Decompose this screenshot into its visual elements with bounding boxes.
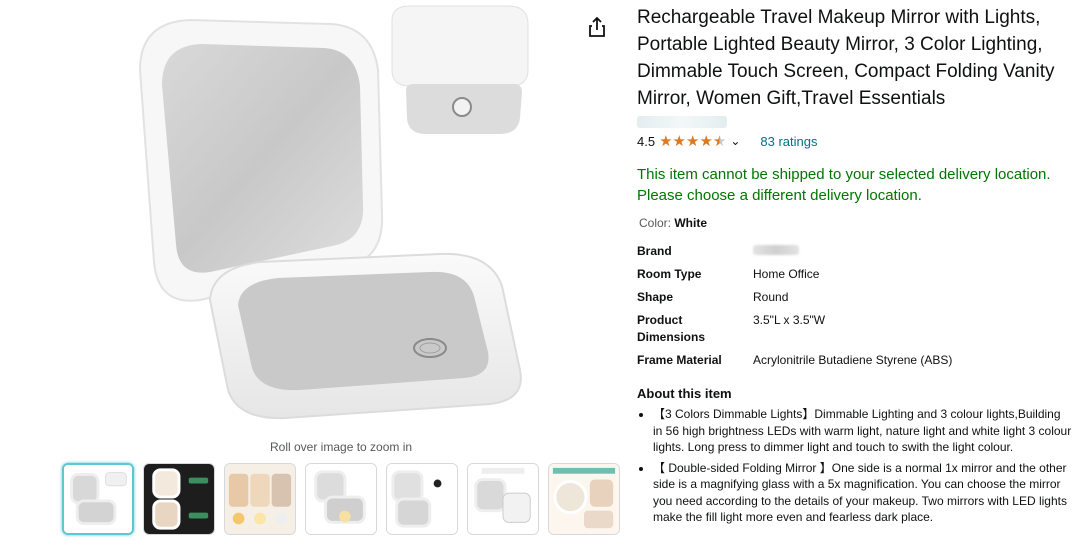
about-title: About this item [637, 386, 732, 401]
rating-row: 4.5 ★ ★ ★ ★ ★ ⌄ 83 ratings [637, 132, 1077, 150]
share-button[interactable] [584, 14, 610, 40]
product-title: Rechargeable Travel Makeup Mirror with L… [637, 7, 1055, 109]
half-star-icon: ★ [712, 132, 727, 150]
product-info: Rechargeable Travel Makeup Mirror with L… [637, 0, 1077, 530]
spec-key: Brand [637, 244, 672, 258]
spec-value: Acrylonitrile Butadiene Styrene (ABS) [753, 353, 953, 367]
spec-key: Room Type [637, 267, 702, 281]
spec-value: 3.5"L x 3.5"W [753, 313, 826, 327]
thumb-light-modes[interactable] [224, 463, 296, 535]
spec-value: Home Office [753, 267, 820, 281]
list-item: 【3 Colors Dimmable Lights】Dimmable Light… [653, 406, 1073, 456]
thumb-mirror-detail[interactable] [386, 463, 458, 535]
color-value: White [674, 216, 708, 230]
spec-row: Product Dimensions 3.5"L x 3.5"W [637, 309, 952, 349]
rating-value: 4.5 [637, 133, 656, 149]
color-selection: Color: White [637, 216, 1077, 230]
spec-row: Room Type Home Office [637, 263, 952, 286]
spec-row: Shape Round [637, 286, 952, 309]
star-rating[interactable]: ★ ★ ★ ★ ★ [659, 134, 726, 149]
list-item: 【 Double-sided Folding Mirror 】One side … [653, 460, 1073, 526]
thumbnail-strip [62, 463, 620, 535]
about-bullets: 【3 Colors Dimmable Lights】Dimmable Light… [637, 406, 1073, 526]
star-icon: ★ [685, 132, 700, 150]
thumb-mirror-open[interactable] [62, 463, 134, 535]
image-gallery: Roll over image to zoom in [0, 0, 620, 545]
shipping-warning: This item cannot be shipped to your sele… [637, 166, 1051, 204]
spec-row: Brand [637, 240, 952, 263]
brand-link[interactable] [637, 116, 727, 128]
ratings-count-link[interactable]: 83 ratings [760, 134, 817, 149]
spec-row: Frame Material Acrylonitrile Butadiene S… [637, 349, 952, 372]
spec-key: Frame Material [637, 353, 722, 367]
star-icon: ★ [699, 132, 713, 150]
spec-value [753, 240, 952, 263]
chevron-down-icon[interactable]: ⌄ [730, 134, 740, 148]
spec-table: Brand Room Type Home Office Shape Round … [637, 240, 952, 372]
color-label: Color: [639, 216, 672, 230]
share-icon [589, 16, 605, 37]
spec-value: Round [753, 290, 789, 304]
main-product-image[interactable] [110, 0, 550, 430]
thumb-lit-mirror[interactable] [143, 463, 215, 535]
zoom-hint: Roll over image to zoom in [270, 440, 413, 454]
thumb-mirror-angle[interactable] [305, 463, 377, 535]
star-icon: ★ [672, 132, 686, 150]
star-icon: ★ [659, 132, 673, 150]
thumb-compact-travel[interactable] [467, 463, 539, 535]
spec-key: Shape [637, 290, 674, 304]
spec-key: Product Dimensions [637, 313, 706, 344]
brand-redacted [753, 245, 799, 255]
thumb-lifestyle[interactable] [548, 463, 620, 535]
